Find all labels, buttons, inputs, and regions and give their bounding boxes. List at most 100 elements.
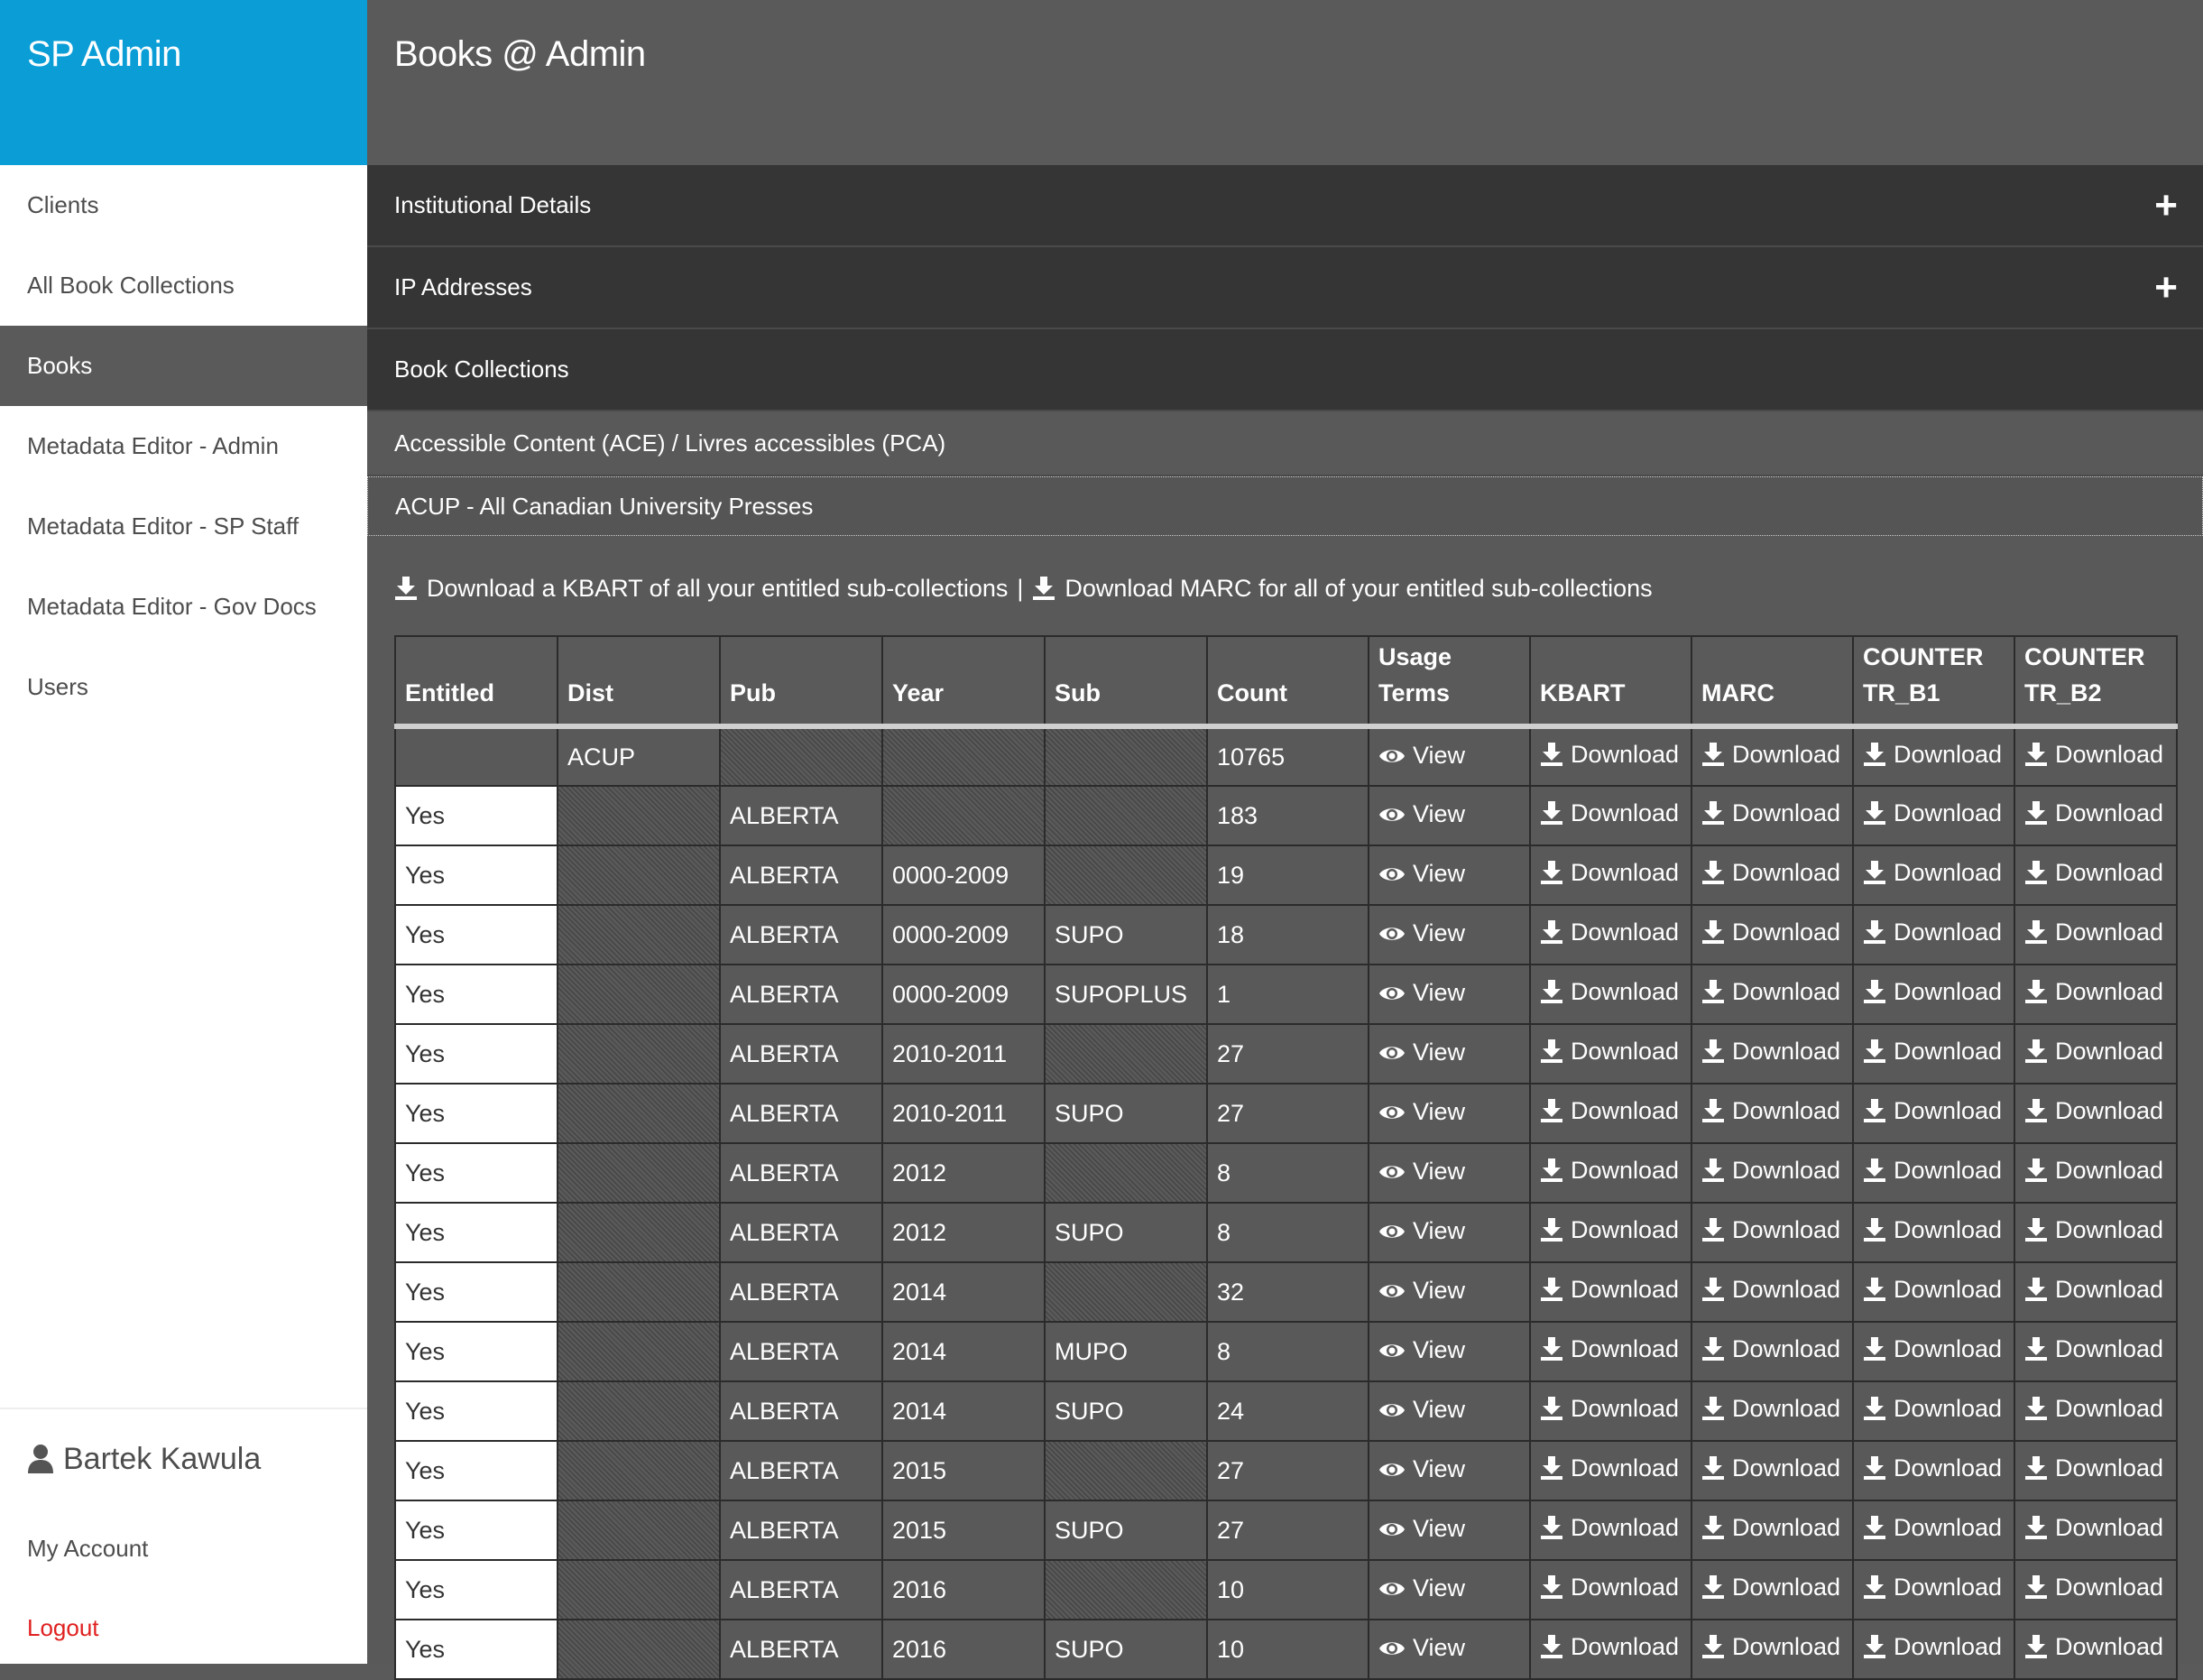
download-marc-link[interactable]: Download xyxy=(1701,1574,1840,1602)
download-marc-all-link[interactable]: Download MARC for all of your entitled s… xyxy=(1032,575,1653,603)
download-label: Download xyxy=(1571,1454,1680,1482)
sidebar-item-metadata-editor-gov-docs[interactable]: Metadata Editor - Gov Docs xyxy=(0,567,367,647)
download-counter-tr-b2-link[interactable]: Download xyxy=(2024,978,2163,1006)
panel-institutional-details[interactable]: Institutional Details + xyxy=(367,165,2203,247)
download-marc-link[interactable]: Download xyxy=(1701,978,1840,1006)
download-marc-link[interactable]: Download xyxy=(1701,741,1840,769)
download-counter-tr-b1-link[interactable]: Download xyxy=(1863,1216,2002,1244)
expand-plus-icon[interactable]: + xyxy=(2154,185,2178,226)
download-marc-link[interactable]: Download xyxy=(1701,1454,1840,1482)
view-usage-terms-link[interactable]: View xyxy=(1378,1515,1465,1543)
download-marc-link[interactable]: Download xyxy=(1701,1276,1840,1304)
view-usage-terms-link[interactable]: View xyxy=(1378,1158,1465,1186)
download-marc-link[interactable]: Download xyxy=(1701,1216,1840,1244)
download-marc-link[interactable]: Download xyxy=(1701,1395,1840,1423)
collection-item-ace[interactable]: Accessible Content (ACE) / Livres access… xyxy=(367,411,2203,476)
download-counter-tr-b1-link[interactable]: Download xyxy=(1863,1276,2002,1304)
download-kbart-link[interactable]: Download xyxy=(1540,1574,1679,1602)
logout-link[interactable]: Logout xyxy=(0,1588,367,1667)
download-kbart-link[interactable]: Download xyxy=(1540,859,1679,887)
download-counter-tr-b1-link[interactable]: Download xyxy=(1863,799,2002,827)
view-usage-terms-link[interactable]: View xyxy=(1378,800,1465,828)
download-kbart-all-link[interactable]: Download a KBART of all your entitled su… xyxy=(394,575,1008,603)
download-kbart-link[interactable]: Download xyxy=(1540,978,1679,1006)
view-usage-terms-link[interactable]: View xyxy=(1378,1396,1465,1424)
download-counter-tr-b1-link[interactable]: Download xyxy=(1863,859,2002,887)
sidebar-item-books[interactable]: Books xyxy=(0,326,367,406)
sidebar-item-all-book-collections[interactable]: All Book Collections xyxy=(0,245,367,326)
view-usage-terms-link[interactable]: View xyxy=(1378,979,1465,1007)
download-kbart-link[interactable]: Download xyxy=(1540,1514,1679,1542)
download-counter-tr-b2-link[interactable]: Download xyxy=(2024,799,2163,827)
download-counter-tr-b1-link[interactable]: Download xyxy=(1863,1038,2002,1066)
download-marc-link[interactable]: Download xyxy=(1701,1157,1840,1185)
view-usage-terms-link[interactable]: View xyxy=(1378,919,1465,947)
download-counter-tr-b2-link[interactable]: Download xyxy=(2024,918,2163,946)
view-usage-terms-link[interactable]: View xyxy=(1378,1574,1465,1602)
download-counter-tr-b2-link[interactable]: Download xyxy=(2024,1574,2163,1602)
download-kbart-link[interactable]: Download xyxy=(1540,799,1679,827)
view-usage-terms-link[interactable]: View xyxy=(1378,1038,1465,1066)
view-usage-terms-link[interactable]: View xyxy=(1378,1455,1465,1483)
download-counter-tr-b2-link[interactable]: Download xyxy=(2024,1038,2163,1066)
download-marc-link[interactable]: Download xyxy=(1701,1335,1840,1363)
sidebar-item-metadata-editor-sp-staff[interactable]: Metadata Editor - SP Staff xyxy=(0,486,367,567)
download-counter-tr-b1-link[interactable]: Download xyxy=(1863,1454,2002,1482)
download-kbart-link[interactable]: Download xyxy=(1540,1454,1679,1482)
sidebar-item-metadata-editor-admin[interactable]: Metadata Editor - Admin xyxy=(0,406,367,486)
download-marc-link[interactable]: Download xyxy=(1701,1097,1840,1125)
expand-plus-icon[interactable]: + xyxy=(2154,267,2178,308)
download-counter-tr-b2-link[interactable]: Download xyxy=(2024,1276,2163,1304)
download-counter-tr-b2-link[interactable]: Download xyxy=(2024,1216,2163,1244)
download-kbart-link[interactable]: Download xyxy=(1540,1216,1679,1244)
download-counter-tr-b1-link[interactable]: Download xyxy=(1863,1574,2002,1602)
view-usage-terms-link[interactable]: View xyxy=(1378,1634,1465,1662)
download-counter-tr-b2-link[interactable]: Download xyxy=(2024,1395,2163,1423)
download-kbart-link[interactable]: Download xyxy=(1540,1038,1679,1066)
download-marc-link[interactable]: Download xyxy=(1701,1038,1840,1066)
download-counter-tr-b2-link[interactable]: Download xyxy=(2024,859,2163,887)
download-kbart-link[interactable]: Download xyxy=(1540,1335,1679,1363)
download-marc-link[interactable]: Download xyxy=(1701,918,1840,946)
my-account-link[interactable]: My Account xyxy=(0,1509,367,1588)
download-kbart-link[interactable]: Download xyxy=(1540,1097,1679,1125)
brand-logo[interactable]: SP Admin xyxy=(0,0,367,165)
download-marc-link[interactable]: Download xyxy=(1701,1633,1840,1661)
download-kbart-link[interactable]: Download xyxy=(1540,741,1679,769)
download-kbart-link[interactable]: Download xyxy=(1540,1157,1679,1185)
sidebar-item-clients[interactable]: Clients xyxy=(0,165,367,245)
download-counter-tr-b1-link[interactable]: Download xyxy=(1863,1395,2002,1423)
download-counter-tr-b1-link[interactable]: Download xyxy=(1863,1633,2002,1661)
view-usage-terms-link[interactable]: View xyxy=(1378,1098,1465,1126)
view-usage-terms-link[interactable]: View xyxy=(1378,1336,1465,1364)
download-counter-tr-b2-link[interactable]: Download xyxy=(2024,1097,2163,1125)
download-marc-link[interactable]: Download xyxy=(1701,1514,1840,1542)
panel-ip-addresses[interactable]: IP Addresses + xyxy=(367,247,2203,329)
download-kbart-link[interactable]: Download xyxy=(1540,1276,1679,1304)
download-counter-tr-b2-link[interactable]: Download xyxy=(2024,1454,2163,1482)
sidebar-item-users[interactable]: Users xyxy=(0,647,367,727)
download-kbart-link[interactable]: Download xyxy=(1540,1395,1679,1423)
download-counter-tr-b2-link[interactable]: Download xyxy=(2024,1633,2163,1661)
collection-item-acup[interactable]: ACUP - All Canadian University Presses xyxy=(367,476,2203,536)
download-kbart-link[interactable]: Download xyxy=(1540,918,1679,946)
download-counter-tr-b1-link[interactable]: Download xyxy=(1863,918,2002,946)
download-counter-tr-b1-link[interactable]: Download xyxy=(1863,1097,2002,1125)
view-usage-terms-link[interactable]: View xyxy=(1378,742,1465,770)
download-counter-tr-b2-link[interactable]: Download xyxy=(2024,1157,2163,1185)
download-counter-tr-b2-link[interactable]: Download xyxy=(2024,741,2163,769)
view-usage-terms-link[interactable]: View xyxy=(1378,1217,1465,1245)
view-usage-terms-link[interactable]: View xyxy=(1378,1277,1465,1305)
panel-book-collections[interactable]: Book Collections xyxy=(367,329,2203,411)
view-usage-terms-link[interactable]: View xyxy=(1378,860,1465,888)
download-counter-tr-b1-link[interactable]: Download xyxy=(1863,1157,2002,1185)
download-marc-link[interactable]: Download xyxy=(1701,859,1840,887)
download-marc-link[interactable]: Download xyxy=(1701,799,1840,827)
download-counter-tr-b1-link[interactable]: Download xyxy=(1863,978,2002,1006)
download-counter-tr-b2-link[interactable]: Download xyxy=(2024,1335,2163,1363)
download-counter-tr-b1-link[interactable]: Download xyxy=(1863,741,2002,769)
download-counter-tr-b1-link[interactable]: Download xyxy=(1863,1335,2002,1363)
download-kbart-link[interactable]: Download xyxy=(1540,1633,1679,1661)
download-counter-tr-b1-link[interactable]: Download xyxy=(1863,1514,2002,1542)
download-counter-tr-b2-link[interactable]: Download xyxy=(2024,1514,2163,1542)
